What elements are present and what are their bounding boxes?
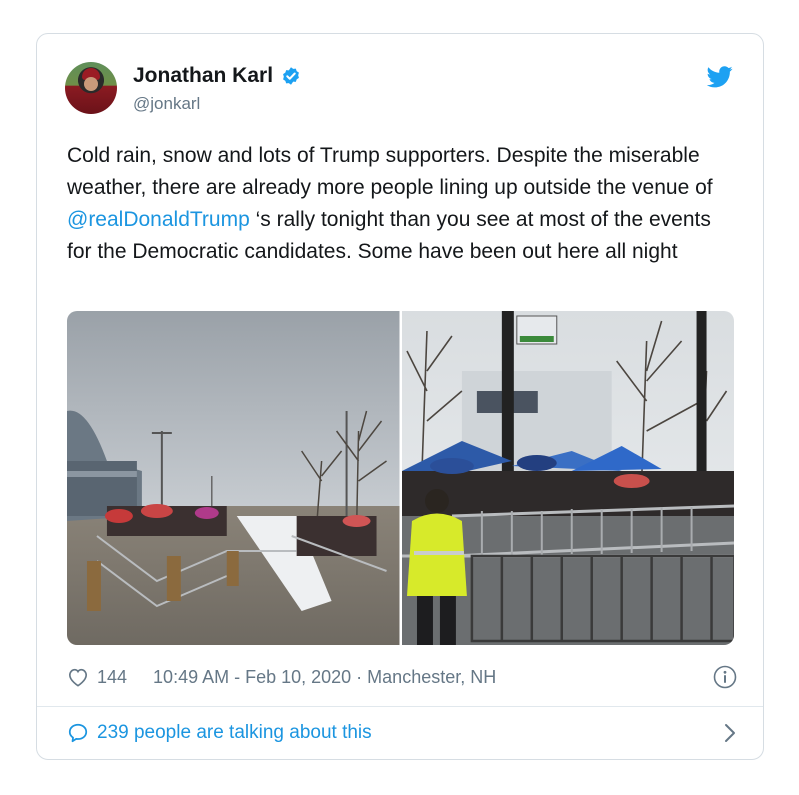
author-name[interactable]: Jonathan Karl bbox=[133, 64, 273, 88]
tweet-media[interactable] bbox=[67, 311, 734, 645]
photo-left-image bbox=[67, 311, 400, 645]
twitter-bird-icon[interactable] bbox=[707, 66, 733, 88]
photo-rally-line-left[interactable] bbox=[67, 311, 400, 645]
heart-icon[interactable] bbox=[67, 667, 89, 687]
photo-rally-line-right[interactable] bbox=[401, 311, 734, 645]
tweet-timestamp[interactable]: 10:49 AM - Feb 10, 2020 · Manchester, NH bbox=[153, 667, 496, 688]
photo-right-image bbox=[401, 311, 734, 645]
tweet-meta: 144 10:49 AM - Feb 10, 2020 · Manchester… bbox=[67, 663, 737, 691]
author-name-row: Jonathan Karl bbox=[133, 64, 301, 88]
footer-divider bbox=[37, 706, 763, 707]
talking-count-label[interactable]: 239 people are talking about this bbox=[97, 722, 372, 744]
speech-bubble-icon bbox=[68, 723, 88, 743]
like-count[interactable]: 144 bbox=[97, 667, 127, 688]
author-handle[interactable]: @jonkarl bbox=[133, 94, 200, 114]
mention-link[interactable]: @realDonaldTrump bbox=[67, 208, 250, 231]
verified-badge-icon bbox=[283, 67, 299, 85]
tweet-card[interactable]: Jonathan Karl @jonkarl Cold rain, snow a… bbox=[36, 33, 764, 760]
info-icon[interactable] bbox=[713, 665, 737, 689]
chevron-right-icon[interactable] bbox=[723, 722, 737, 744]
avatar-face bbox=[84, 77, 98, 91]
conversation-link[interactable]: 239 people are talking about this bbox=[67, 720, 737, 746]
tweet-text-part: Cold rain, snow and lots of Trump suppor… bbox=[67, 144, 713, 199]
avatar[interactable] bbox=[65, 62, 117, 114]
tweet-text: Cold rain, snow and lots of Trump suppor… bbox=[67, 140, 737, 268]
